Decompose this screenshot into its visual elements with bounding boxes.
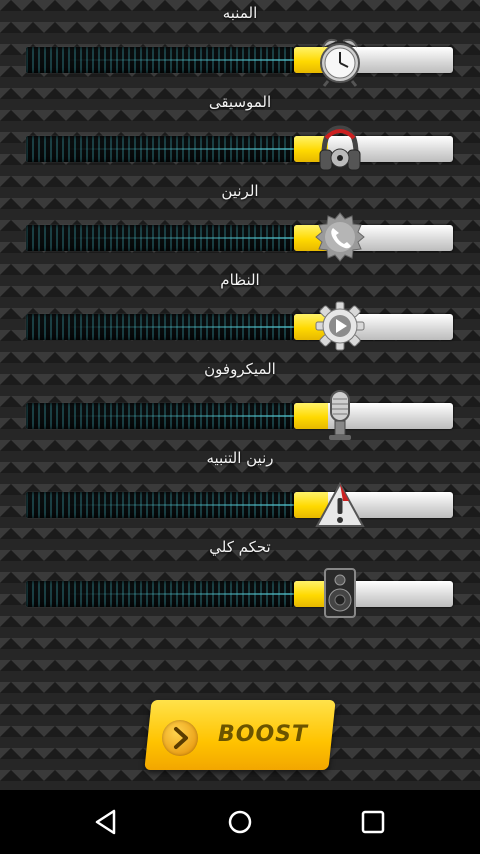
speaker-icon[interactable] [313,565,367,621]
slider-master-label: تحكم كلي [209,538,271,556]
slider-master: تحكم كلي [0,534,480,623]
slider-alarm-track-left[interactable] [26,47,294,73]
back-icon[interactable] [92,807,122,837]
navigation-bar [0,790,480,854]
microphone-icon[interactable] [313,387,367,443]
chevron-right-icon [174,727,188,749]
slider-ringtone-track-left[interactable] [26,225,294,251]
slider-alarm: المنبه [0,0,480,89]
recents-icon[interactable] [358,807,388,837]
slider-microphone-label: الميكروفون [204,360,276,378]
slider-ringtone: الرنين [0,178,480,267]
slider-notification-track-left[interactable] [26,492,294,518]
alarm-clock-icon[interactable] [313,31,367,87]
slider-music: الموسيقى [0,89,480,178]
slider-microphone-track-left[interactable] [26,403,294,429]
volume-panel: المنبه الموسيقى الرنين النظام الميكروفون… [0,0,480,790]
home-icon[interactable] [225,807,255,837]
slider-music-track-left[interactable] [26,136,294,162]
slider-microphone: الميكروفون [0,356,480,445]
slider-system: النظام [0,267,480,356]
slider-system-track-left[interactable] [26,314,294,340]
slider-notification-label: رنين التنبيه [206,449,274,467]
gear-play-icon[interactable] [313,298,367,354]
slider-master-track-left[interactable] [26,581,294,607]
slider-music-label: الموسيقى [208,93,272,111]
boost-button[interactable]: BOOST [144,700,336,774]
boost-label: BOOST [218,722,309,747]
slider-ringtone-label: الرنين [221,182,259,200]
slider-alarm-label: المنبه [222,4,258,22]
headphones-icon[interactable] [313,120,367,176]
slider-notification: رنين التنبيه [0,445,480,534]
phone-icon[interactable] [313,209,367,265]
warning-icon[interactable] [313,476,367,532]
slider-system-label: النظام [220,271,260,289]
